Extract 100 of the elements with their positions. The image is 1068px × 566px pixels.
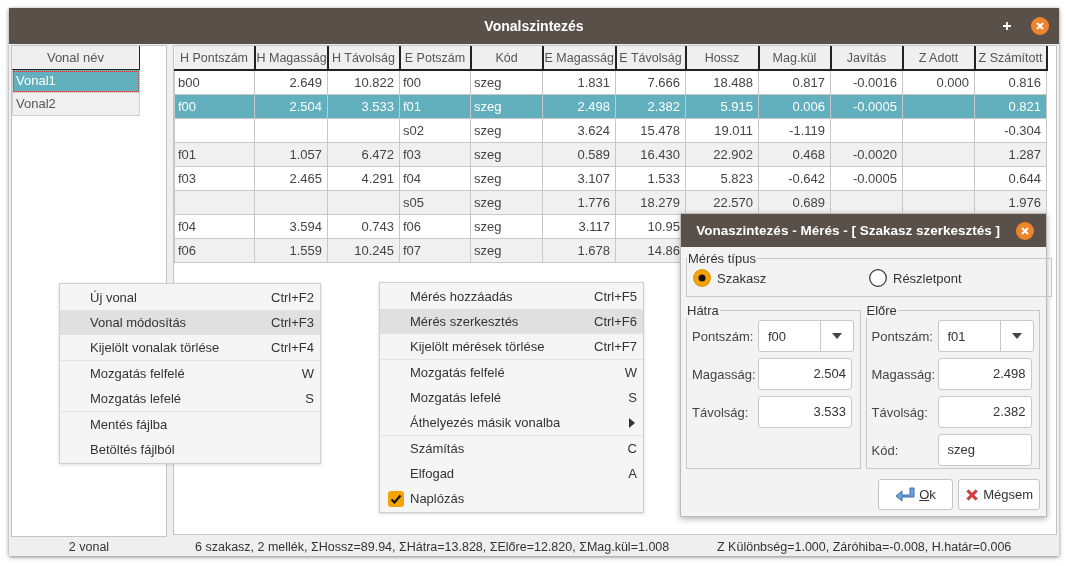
- menu-item[interactable]: Mérés hozzáadás Ctrl+F5: [380, 284, 643, 309]
- table-cell: 19.011: [685, 118, 759, 143]
- radio-button[interactable]: [869, 269, 887, 287]
- table-cell: f06: [174, 238, 255, 263]
- radio-label: Részletpont: [893, 270, 962, 286]
- status-text: 2 vonal: [67, 539, 111, 554]
- column-header[interactable]: Z Adott: [902, 46, 975, 70]
- close-icon[interactable]: [1016, 221, 1034, 240]
- column-header: Vonal név: [12, 46, 140, 70]
- table-cell: -0.304: [974, 118, 1047, 143]
- field-label: Magasság:: [692, 366, 754, 382]
- column-header[interactable]: Javítás: [830, 46, 903, 70]
- table-cell: f03: [174, 166, 255, 191]
- status-text: 6 szakasz, 2 mellék, ΣHossz=89.94, ΣHátra=13.828, ΣElőre=12.820, ΣMag.kül=1.008: [194, 539, 671, 554]
- column-header[interactable]: Hossz: [685, 46, 759, 70]
- checkbox-icon[interactable]: [388, 490, 404, 507]
- table-cell: -0.0016: [830, 70, 903, 95]
- window-title: Vonalszintezés: [484, 18, 584, 34]
- field-label: Magasság:: [871, 366, 934, 382]
- table-cell: 0.743: [327, 214, 400, 239]
- point-dropdown[interactable]: f00: [758, 320, 854, 352]
- table-cell: szeg: [470, 70, 543, 95]
- shortcut-label: S: [305, 391, 314, 406]
- shortcut-label: Ctrl+F7: [594, 339, 637, 354]
- table-cell: 1.533: [615, 166, 686, 191]
- menu-item[interactable]: Mozgatás felfelé W: [380, 360, 643, 385]
- column-header[interactable]: E Távolság: [615, 46, 686, 70]
- dialog-title: Vonaszintezés - Mérés - [ Szakasz szerkesztés ]: [696, 223, 1000, 238]
- shortcut-label: Ctrl+F4: [271, 340, 314, 355]
- shortcut-label: A: [628, 466, 637, 481]
- column-header[interactable]: E Magasság: [542, 46, 616, 70]
- menu-item[interactable]: Elfogad A: [380, 461, 643, 486]
- input-field[interactable]: szeg: [937, 434, 1032, 466]
- table-cell: f04: [399, 166, 471, 191]
- list-item[interactable]: Vonal2: [12, 93, 140, 116]
- ok-button[interactable]: Ok: [878, 479, 953, 510]
- column-header[interactable]: Mag.kül: [758, 46, 831, 70]
- menu-item[interactable]: Áthelyezés másik vonalba: [380, 410, 643, 435]
- table-cell: 7.666: [615, 70, 686, 95]
- table-cell: s02: [399, 118, 471, 143]
- cross-icon: [965, 486, 980, 503]
- submenu-arrow-icon: [629, 417, 635, 428]
- column-header[interactable]: H Távolság: [327, 46, 400, 70]
- menu-item[interactable]: Naplózás: [380, 486, 643, 511]
- table-cell: f00: [174, 94, 255, 119]
- shortcut-label: W: [301, 366, 314, 381]
- table-cell: 3.117: [542, 214, 616, 239]
- table-cell: 5.823: [685, 166, 759, 191]
- table-cell: f00: [399, 70, 471, 95]
- menu-item[interactable]: Új vonal Ctrl+F2: [60, 285, 320, 310]
- table-cell: 0.000: [902, 70, 975, 95]
- menu-item[interactable]: Kijelölt mérések törlése Ctrl+F7: [380, 334, 643, 359]
- table-cell: f06: [399, 214, 471, 239]
- radio-button[interactable]: [693, 269, 711, 287]
- table-cell: 18.488: [685, 70, 759, 95]
- menu-item[interactable]: Kijelölt vonalak törlése Ctrl+F4: [60, 335, 320, 360]
- plus-icon[interactable]: [1002, 21, 1012, 31]
- menu-item[interactable]: Mozgatás lefelé S: [60, 386, 320, 411]
- column-header[interactable]: Kód: [470, 46, 543, 70]
- table-cell: szeg: [470, 166, 543, 191]
- caret-icon: [1011, 333, 1022, 339]
- column-header[interactable]: E Potszám: [399, 46, 471, 70]
- shortcut-label: S: [628, 390, 637, 405]
- menu-item[interactable]: Számítás C: [380, 436, 643, 461]
- table-cell: 3.107: [542, 166, 616, 191]
- field-label: Kód:: [871, 442, 900, 458]
- cancel-button[interactable]: Mégsem: [958, 479, 1040, 510]
- menu-item[interactable]: Mérés szerkesztés Ctrl+F6: [380, 309, 643, 334]
- input-field[interactable]: 2.504: [758, 358, 852, 390]
- menu-item[interactable]: Vonal módosítás Ctrl+F3: [60, 310, 320, 335]
- input-field[interactable]: 3.533: [758, 396, 852, 428]
- table-cell: 2.649: [254, 70, 328, 95]
- table-cell: 3.624: [542, 118, 616, 143]
- input-field[interactable]: 2.498: [937, 358, 1032, 390]
- menu-item[interactable]: Betöltés fájlból: [60, 437, 320, 462]
- table-cell: szeg: [470, 118, 543, 143]
- point-dropdown[interactable]: f01: [937, 320, 1034, 352]
- column-header[interactable]: Z Számított: [974, 46, 1047, 70]
- group-title: Előre: [865, 303, 898, 318]
- table-cell: 4.291: [327, 166, 400, 191]
- group-title: Mérés típus: [687, 251, 757, 266]
- enter-arrow-icon: [895, 486, 916, 503]
- close-icon[interactable]: [1031, 17, 1049, 35]
- table-cell: -1.119: [758, 118, 831, 143]
- field-label: Távolság:: [692, 404, 750, 420]
- radio-label: Szakasz: [717, 270, 767, 286]
- shortcut-label: Ctrl+F5: [594, 289, 637, 304]
- menu-item[interactable]: Mentés fájlba: [60, 412, 320, 437]
- table-cell: -0.0005: [830, 166, 903, 191]
- table-cell: 10.822: [327, 70, 400, 95]
- caret-icon: [832, 333, 842, 339]
- field-label: Pontszám:: [871, 328, 934, 344]
- column-header[interactable]: H Magasság: [254, 46, 328, 70]
- menu-item[interactable]: Mozgatás lefelé S: [380, 385, 643, 410]
- table-cell: 0.644: [974, 166, 1047, 191]
- input-field[interactable]: 2.382: [937, 396, 1032, 428]
- column-header[interactable]: H Pontszám: [174, 46, 255, 70]
- table-cell: -0.642: [758, 166, 831, 191]
- menu-item[interactable]: Mozgatás felfelé W: [60, 361, 320, 386]
- table-cell: 0.817: [758, 70, 831, 95]
